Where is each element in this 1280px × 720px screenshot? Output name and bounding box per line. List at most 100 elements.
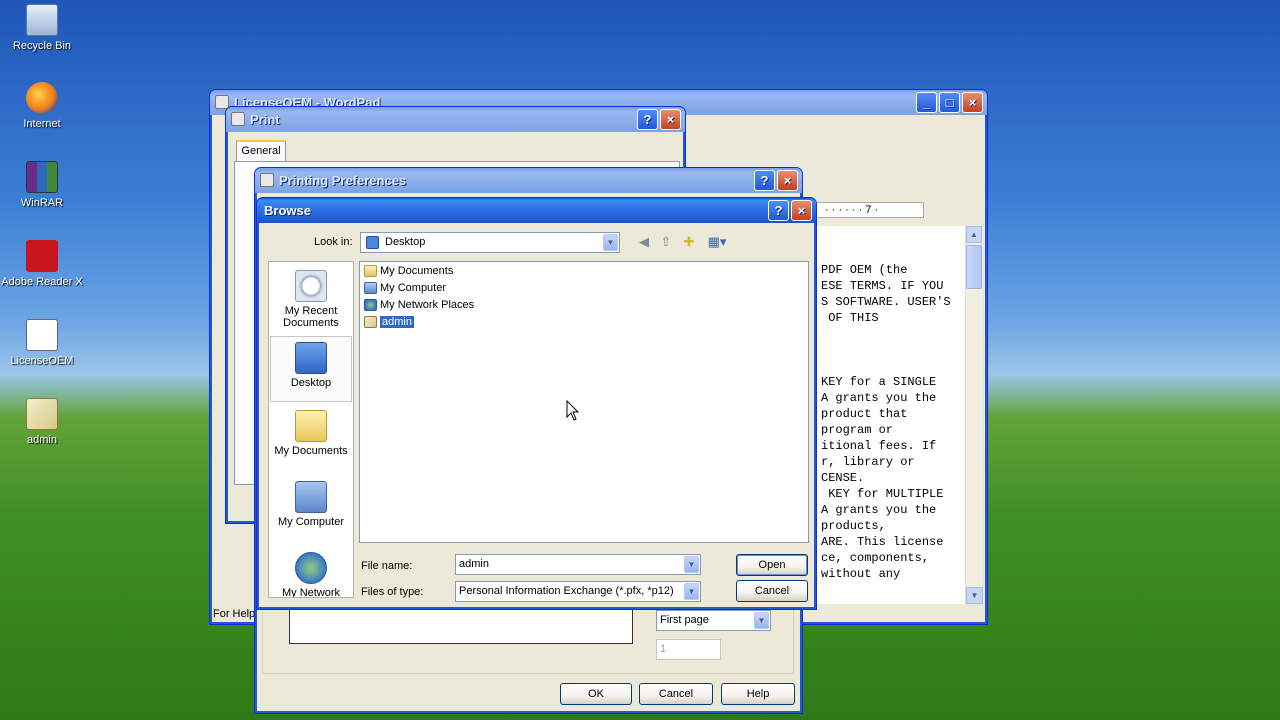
tab-general[interactable]: General [236, 140, 286, 161]
document-line: A grants you the [821, 503, 937, 517]
print-title: Print [250, 112, 280, 127]
document-line: product that [821, 407, 908, 421]
files-of-type-value: Personal Information Exchange (*.pfx, *p… [459, 585, 674, 597]
file-name-input[interactable]: admin ▼ [455, 554, 701, 575]
document-line: products, [821, 519, 886, 533]
document-icon [26, 319, 58, 351]
adobe-reader-icon [26, 240, 58, 272]
desktop-icon-admin[interactable]: admin [0, 398, 84, 446]
maximize-button[interactable]: □ [939, 92, 960, 113]
desktop-icon-adobe-reader[interactable]: Adobe Reader X [0, 240, 84, 288]
minimize-button[interactable]: _ [916, 92, 937, 113]
list-item-selected[interactable]: admin [362, 314, 414, 330]
close-button[interactable]: × [962, 92, 983, 113]
cancel-button[interactable]: Cancel [736, 580, 808, 602]
print-title-bar[interactable]: Print ? × [226, 107, 685, 132]
look-in-label: Look in: [314, 236, 353, 248]
desktop-icon [295, 342, 327, 374]
desktop-icon-internet[interactable]: Internet [0, 82, 84, 130]
document-line: without any [821, 567, 901, 581]
chevron-down-icon[interactable]: ▼ [754, 612, 769, 629]
network-places-icon [364, 299, 377, 311]
document-line: r, library or [821, 455, 915, 469]
file-name-label: File name: [361, 560, 413, 572]
chevron-down-icon[interactable]: ▼ [684, 556, 699, 573]
new-folder-icon[interactable]: ✚ [681, 234, 697, 250]
folder-icon [364, 265, 377, 277]
views-menu-icon[interactable]: ▦▾ [706, 234, 728, 250]
page-spinner[interactable]: 1 [656, 639, 721, 660]
desktop-icon-licenseoem[interactable]: LicenseOEM [0, 319, 84, 367]
help-title-button[interactable]: ? [768, 200, 789, 221]
file-list[interactable]: My Documents My Computer My Network Plac… [359, 261, 809, 543]
browse-dialog: Browse ? × Look in: Desktop ▼ ◀ ⇧ ✚ ▦▾ M… [256, 197, 817, 610]
close-button[interactable]: × [791, 200, 812, 221]
computer-icon [364, 282, 377, 294]
network-icon [295, 552, 327, 584]
ok-button[interactable]: OK [560, 683, 632, 705]
desktop-icon-label: Internet [23, 118, 61, 130]
desktop-icon [366, 236, 379, 249]
look-in-combo[interactable]: Desktop ▼ [360, 232, 620, 253]
list-item[interactable]: My Documents [362, 263, 453, 279]
status-text: For Help [213, 608, 256, 620]
desktop-icon-recycle-bin[interactable]: Recycle Bin [0, 4, 84, 52]
places-desktop[interactable]: Desktop [270, 336, 352, 402]
places-my-network[interactable]: My Network [269, 552, 353, 597]
help-title-button[interactable]: ? [754, 170, 775, 191]
browse-title-bar[interactable]: Browse ? × [257, 198, 816, 223]
scroll-up-button[interactable]: ▲ [966, 226, 982, 243]
desktop-icon-winrar[interactable]: WinRAR [0, 161, 84, 209]
desktop-icon-label: admin [27, 434, 57, 446]
help-title-button[interactable]: ? [637, 109, 658, 130]
up-folder-icon[interactable]: ⇧ [658, 234, 674, 250]
places-my-documents[interactable]: My Documents [269, 410, 353, 457]
scroll-down-button[interactable]: ▼ [966, 587, 983, 604]
close-button[interactable]: × [660, 109, 681, 130]
places-label: My Documents [274, 445, 348, 457]
places-label: My Recent Documents [283, 305, 339, 329]
look-in-value: Desktop [385, 236, 426, 248]
desktop-icon-label: LicenseOEM [10, 355, 74, 367]
computer-icon [295, 481, 327, 513]
document-text: PDF OEM (the ESE TERMS. IF YOU S SOFTWARE.… [813, 226, 965, 582]
list-item[interactable]: My Network Places [362, 297, 474, 313]
document-area[interactable]: PDF OEM (the ESE TERMS. IF YOU S SOFTWARE.… [813, 226, 965, 604]
document-line: ARE. This license [821, 535, 944, 549]
document-line: program or [821, 423, 894, 437]
tab-general-label: General [241, 145, 281, 157]
certificate-icon [364, 316, 377, 328]
page-select-value: First page [660, 614, 709, 626]
places-recent-documents[interactable]: My Recent Documents [269, 270, 353, 329]
document-line: KEY for MULTIPLE [821, 487, 944, 501]
scroll-thumb[interactable] [966, 245, 982, 289]
page-select[interactable]: First page ▼ [656, 610, 771, 631]
help-button[interactable]: Help [721, 683, 795, 705]
files-of-type-select[interactable]: Personal Information Exchange (*.pfx, *p… [455, 581, 701, 602]
desktop-icon-label: Recycle Bin [12, 40, 72, 52]
chevron-down-icon[interactable]: ▼ [603, 234, 618, 251]
places-bar: My Recent Documents Desktop My Documents… [268, 261, 354, 598]
preview-box [289, 608, 633, 644]
open-button[interactable]: Open [736, 554, 808, 576]
prefs-title-bar[interactable]: Printing Preferences ? × [255, 168, 802, 193]
close-button[interactable]: × [777, 170, 798, 191]
cancel-button[interactable]: Cancel [639, 683, 713, 705]
list-item[interactable]: My Computer [362, 280, 446, 296]
prefs-title: Printing Preferences [279, 173, 407, 188]
vertical-scrollbar[interactable]: ▲ ▼ [965, 226, 983, 604]
firefox-icon [26, 82, 58, 114]
chevron-down-icon[interactable]: ▼ [684, 583, 699, 600]
desktop-icon-label: Adobe Reader X [1, 276, 83, 288]
browse-title: Browse [264, 203, 311, 218]
places-my-computer[interactable]: My Computer [269, 481, 353, 528]
certificate-icon [26, 398, 58, 430]
cancel-button-label: Cancel [658, 688, 694, 700]
document-line: ce, components, [821, 551, 930, 565]
file-name: admin [380, 316, 414, 328]
file-name: My Network Places [380, 299, 475, 311]
back-icon[interactable]: ◀ [636, 234, 652, 250]
places-label: Desktop [290, 377, 332, 389]
folder-icon [295, 410, 327, 442]
cancel-button-label: Cancel [754, 585, 790, 597]
